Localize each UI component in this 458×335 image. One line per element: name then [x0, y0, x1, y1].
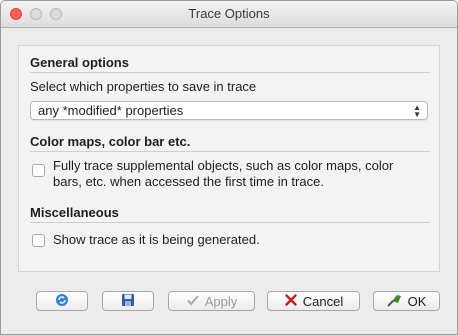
- ok-label: OK: [407, 293, 427, 309]
- ok-button[interactable]: OK: [373, 291, 440, 311]
- general-separator: [30, 72, 430, 73]
- select-arrows-icon: ▲ ▼: [413, 103, 421, 119]
- options-panel: General options Select which properties …: [18, 45, 440, 272]
- apply-label: Apply: [204, 293, 238, 309]
- trace-supplemental-label-line2: bars, etc. when accessed the first time …: [53, 174, 324, 189]
- title-bar: Trace Options: [1, 1, 457, 28]
- checkmark-icon: [186, 293, 200, 310]
- properties-select[interactable]: any *modified* properties ▲ ▼: [30, 101, 428, 120]
- trace-options-window: Trace Options General options Select whi…: [0, 0, 458, 335]
- properties-label: Select which properties to save in trace: [30, 79, 257, 94]
- trace-supplemental-label-line1: Fully trace supplemental objects, such a…: [53, 158, 394, 173]
- apply-button[interactable]: Apply: [168, 291, 255, 311]
- trace-supplemental-checkbox[interactable]: [32, 164, 45, 177]
- miscellaneous-heading: Miscellaneous: [30, 205, 119, 220]
- properties-select-value: any *modified* properties: [38, 103, 184, 118]
- miscellaneous-separator: [30, 222, 430, 223]
- save-icon: [121, 293, 135, 310]
- x-icon: [284, 293, 298, 310]
- general-options-heading: General options: [30, 55, 129, 70]
- show-trace-label: Show trace as it is being generated.: [53, 232, 260, 247]
- save-button[interactable]: [102, 291, 154, 311]
- color-maps-heading: Color maps, color bar etc.: [30, 134, 191, 149]
- ok-thumb-icon: [386, 293, 403, 310]
- window-title: Trace Options: [188, 6, 270, 21]
- cancel-button[interactable]: Cancel: [267, 291, 360, 311]
- show-trace-checkbox[interactable]: [32, 234, 45, 247]
- cancel-label: Cancel: [302, 293, 344, 309]
- refresh-button[interactable]: [36, 291, 88, 311]
- color-maps-separator: [30, 151, 430, 152]
- refresh-icon: [55, 293, 69, 310]
